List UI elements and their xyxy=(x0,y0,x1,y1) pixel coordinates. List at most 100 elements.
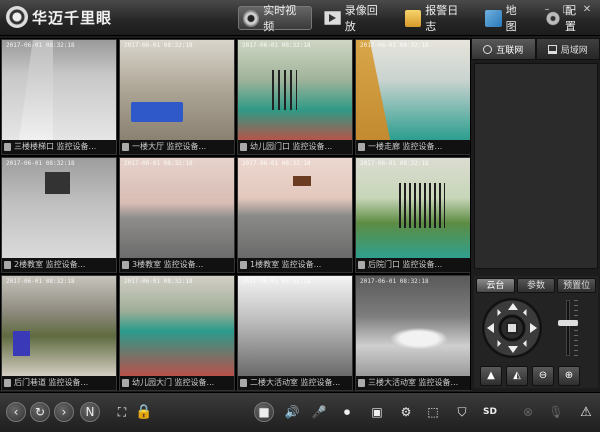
live-video-icon xyxy=(243,9,260,27)
video-tile[interactable]: 2017-06-01 08:32:18 2楼教室 监控设备... xyxy=(1,157,117,273)
nav-playback[interactable]: 录像回放 xyxy=(320,4,392,33)
lock-icon[interactable]: 🔒 xyxy=(134,402,154,422)
alarm-warning-icon[interactable]: ⚠ xyxy=(576,402,596,422)
lan-icon xyxy=(547,44,557,54)
talk-icon[interactable]: 🎙 xyxy=(546,402,566,422)
tile-caption: 一楼走廊 监控设备... xyxy=(356,140,470,154)
tab-lan[interactable]: 局域网 xyxy=(535,38,600,60)
camera-settings-icon[interactable]: ⚙ xyxy=(396,402,416,422)
feed-timestamp: 2017-06-01 08:32:18 xyxy=(360,278,429,285)
right-panel: 互联网 局域网 云台 参数 预置位 ▲ ◭ ⊖ ⊕ xyxy=(470,38,600,390)
video-tile[interactable]: 2017-06-01 08:32:18 三楼楼梯口 监控设备... xyxy=(1,39,117,155)
camera-name: 一楼大厅 监控设备... xyxy=(132,142,207,151)
camera-feed xyxy=(120,276,234,376)
focus-far-button[interactable]: ◭ xyxy=(506,366,528,386)
camera-icon xyxy=(240,379,247,387)
globe-icon xyxy=(483,44,493,54)
minimize-button[interactable]: – xyxy=(538,3,556,17)
ptz-direction-pad xyxy=(482,298,542,358)
screen-select-icon[interactable]: ⬚ xyxy=(423,402,443,422)
tab-label: 互联网 xyxy=(496,45,524,56)
nav-label: 地图 xyxy=(505,4,517,33)
nav-alarm-log[interactable]: 报警日志 xyxy=(401,4,473,33)
layout-number-button[interactable]: N xyxy=(80,402,100,422)
camera-icon xyxy=(358,379,365,387)
camera-icon xyxy=(4,261,11,269)
video-tile[interactable]: 2017-06-01 08:32:18 一楼大厅 监控设备... xyxy=(119,39,235,155)
stop-button[interactable]: ■ xyxy=(254,402,274,422)
pan-down-right-button[interactable] xyxy=(522,339,531,348)
feed-timestamp: 2017-06-01 08:32:18 xyxy=(242,42,311,49)
microphone-icon[interactable]: 🎤 xyxy=(309,402,329,422)
pan-up-button[interactable] xyxy=(508,303,518,310)
video-tile[interactable]: 2017-06-01 08:32:18 二楼大活动室 监控设备... xyxy=(237,275,353,391)
tab-params[interactable]: 参数 xyxy=(516,278,556,293)
camera-feed xyxy=(356,276,470,376)
close-button[interactable]: ✕ xyxy=(578,3,596,17)
speed-ticks xyxy=(574,300,578,356)
tile-caption: 三楼大活动室 监控设备... xyxy=(356,376,470,390)
zoom-in-button[interactable]: ⊕ xyxy=(558,366,580,386)
sd-card-icon[interactable]: SD xyxy=(480,402,500,422)
ptz-speed-slider[interactable] xyxy=(566,300,570,356)
tile-caption: 三楼楼梯口 监控设备... xyxy=(2,140,116,154)
tab-presets[interactable]: 预置位 xyxy=(557,278,597,293)
nav-map[interactable]: 地图 xyxy=(481,4,532,33)
video-tile[interactable]: 2017-06-01 08:32:18 3楼教室 监控设备... xyxy=(119,157,235,273)
camera-icon xyxy=(122,379,129,387)
next-page-button[interactable]: › xyxy=(54,402,74,422)
camera-feed xyxy=(238,40,352,140)
video-tile[interactable]: 2017-06-01 08:32:18 幼儿园大门 监控设备... xyxy=(119,275,235,391)
tile-caption: 幼儿园大门 监控设备... xyxy=(120,376,234,390)
app-title: 华迈千里眼 xyxy=(32,9,113,27)
video-tile[interactable]: 2017-06-01 08:32:18 后门巷道 监控设备... xyxy=(1,275,117,391)
video-tile[interactable]: 2017-06-01 08:32:18 1楼教室 监控设备... xyxy=(237,157,353,273)
previous-page-button[interactable]: ‹ xyxy=(6,402,26,422)
camera-icon xyxy=(358,261,365,269)
maximize-button[interactable]: □ xyxy=(558,3,576,17)
shield-icon[interactable]: ⛉ xyxy=(452,402,472,422)
camera-feed xyxy=(2,158,116,258)
video-tile[interactable]: 2017-06-01 08:32:18 后院门口 监控设备... xyxy=(355,157,471,273)
app-logo-icon xyxy=(6,6,28,28)
pan-up-right-button[interactable] xyxy=(522,308,531,317)
video-tile[interactable]: 2017-06-01 08:32:18 幼儿园门口 监控设备... xyxy=(237,39,353,155)
camera-feed xyxy=(238,276,352,376)
ptz-center-button[interactable] xyxy=(506,322,518,334)
feed-timestamp: 2017-06-01 08:32:18 xyxy=(242,278,311,285)
feed-timestamp: 2017-06-01 08:32:18 xyxy=(124,160,193,167)
close-video-icon[interactable]: ⊗ xyxy=(518,402,538,422)
video-tile[interactable]: 2017-06-01 08:32:18 三楼大活动室 监控设备... xyxy=(355,275,471,391)
camera-feed xyxy=(356,40,470,140)
ptz-tools: ▲ ◭ ⊖ ⊕ xyxy=(480,366,580,386)
pan-down-left-button[interactable] xyxy=(493,339,502,348)
focus-near-button[interactable]: ▲ xyxy=(480,366,502,386)
zoom-out-button[interactable]: ⊖ xyxy=(532,366,554,386)
nav-label: 报警日志 xyxy=(425,4,459,33)
pan-left-button[interactable] xyxy=(487,323,494,333)
pan-up-left-button[interactable] xyxy=(493,308,502,317)
pan-down-button[interactable] xyxy=(508,346,518,353)
speed-slider-thumb[interactable] xyxy=(558,320,578,326)
refresh-button[interactable]: ↻ xyxy=(30,402,50,422)
fullscreen-icon[interactable]: ⛶ xyxy=(112,402,132,422)
nav-live-video[interactable]: 实时视频 xyxy=(238,4,313,33)
camera-name: 1楼教室 监控设备... xyxy=(250,260,322,269)
device-tree[interactable] xyxy=(474,63,598,269)
speaker-icon[interactable]: 🔊 xyxy=(282,402,302,422)
camera-name: 后院门口 监控设备... xyxy=(368,260,443,269)
pan-right-button[interactable] xyxy=(530,323,537,333)
snapshot-icon[interactable]: ▣ xyxy=(367,402,387,422)
tab-internet[interactable]: 互联网 xyxy=(471,38,536,60)
camera-feed xyxy=(2,40,116,140)
feed-timestamp: 2017-06-01 08:32:18 xyxy=(6,160,75,167)
tile-caption: 二楼大活动室 监控设备... xyxy=(238,376,352,390)
tile-caption: 幼儿园门口 监控设备... xyxy=(238,140,352,154)
camera-name: 幼儿园门口 监控设备... xyxy=(250,142,333,151)
video-tile[interactable]: 2017-06-01 08:32:18 一楼走廊 监控设备... xyxy=(355,39,471,155)
camera-icon xyxy=(4,379,11,387)
tab-ptz[interactable]: 云台 xyxy=(476,278,515,293)
record-icon[interactable]: ⏺ xyxy=(337,402,357,422)
feed-timestamp: 2017-06-01 08:32:18 xyxy=(360,160,429,167)
nav-label: 实时视频 xyxy=(263,4,297,33)
